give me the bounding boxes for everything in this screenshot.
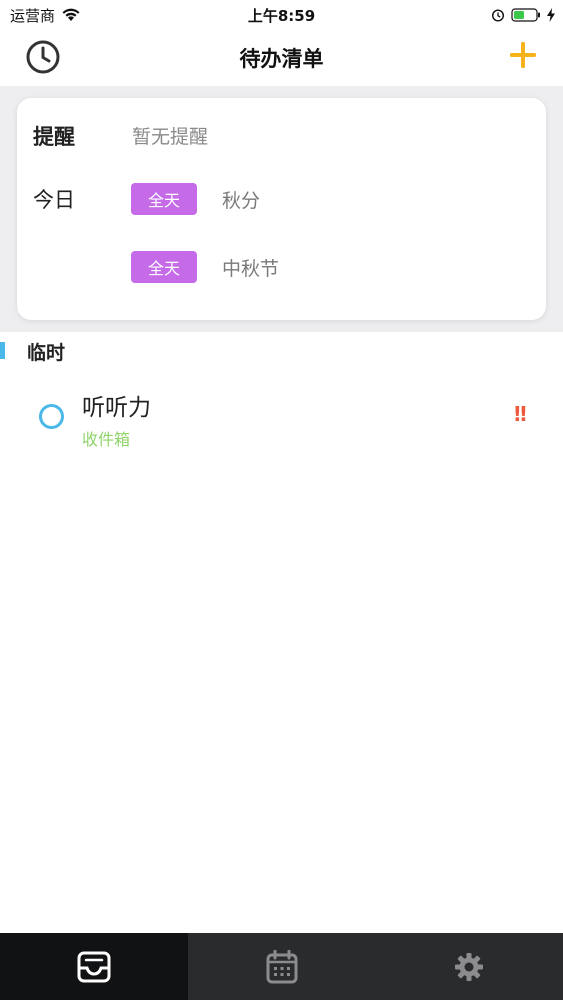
plus-icon <box>510 42 536 68</box>
nav-bar: 待办清单 <box>0 30 563 86</box>
task-checkbox[interactable] <box>39 404 64 429</box>
event-tag: 全天 <box>131 251 197 283</box>
status-time: 上午8:59 <box>247 7 316 25</box>
status-bar: 运营商 上午8:59 <box>0 0 563 30</box>
today-label: 今日 <box>33 188 75 212</box>
section-title: 临时 <box>27 342 66 364</box>
calendar-icon <box>266 949 297 983</box>
tab-bar <box>0 933 563 1000</box>
inbox-icon <box>77 951 111 982</box>
tab-inbox[interactable] <box>0 933 188 1000</box>
gear-icon <box>455 952 484 981</box>
clock-icon <box>26 40 60 74</box>
section-accent-bar <box>0 342 5 359</box>
add-button[interactable] <box>508 40 538 70</box>
reminder-label: 提醒 <box>33 125 75 149</box>
priority-indicator: !! <box>512 402 528 426</box>
summary-card: 提醒 暂无提醒 今日 全天 秋分 全天 中秋节 <box>17 98 546 320</box>
app-screen: 运营商 上午8:59 待办清单 提醒 暂无提醒 今日 全天 秋分 全天 中秋节 … <box>0 0 563 1000</box>
task-title: 听听力 <box>82 395 151 421</box>
tab-settings[interactable] <box>375 933 563 1000</box>
event-name[interactable]: 秋分 <box>222 186 260 213</box>
reminder-value[interactable]: 暂无提醒 <box>132 122 208 149</box>
task-item[interactable]: 听听力 收件箱 !! <box>0 384 563 454</box>
tab-calendar[interactable] <box>188 933 376 1000</box>
summary-area: 提醒 暂无提醒 今日 全天 秋分 全天 中秋节 <box>0 86 563 332</box>
event-tag: 全天 <box>131 183 197 215</box>
history-button[interactable] <box>25 39 61 75</box>
task-list-name: 收件箱 <box>82 430 131 449</box>
page-title: 待办清单 <box>239 47 324 71</box>
event-name[interactable]: 中秋节 <box>222 254 279 281</box>
